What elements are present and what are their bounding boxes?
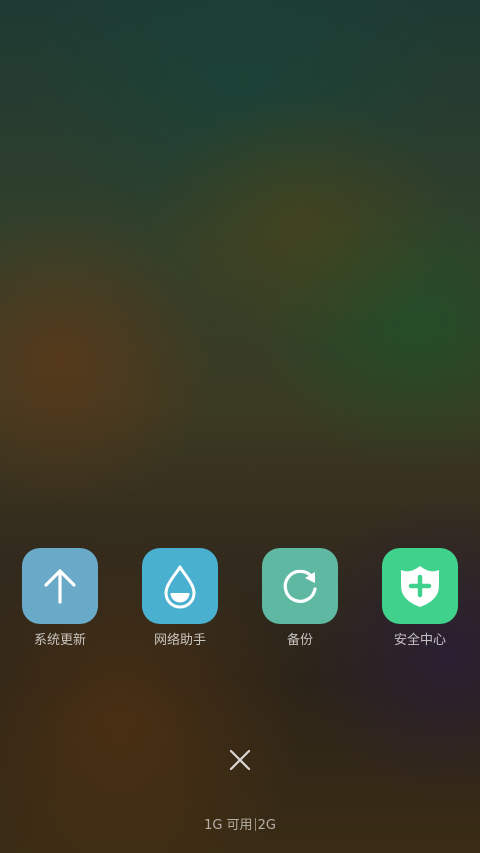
close-icon xyxy=(229,749,251,771)
memory-status: 1G 可用 2G xyxy=(0,818,480,834)
memory-available: 1G 可用 xyxy=(204,818,253,833)
app-backup[interactable]: 备份 xyxy=(245,548,355,649)
shield-plus-icon xyxy=(401,566,439,607)
arrow-up-icon xyxy=(44,569,76,604)
app-label: 安全中心 xyxy=(393,633,446,648)
memory-total: 2G xyxy=(257,818,276,833)
backup-app-icon[interactable] xyxy=(262,548,338,624)
app-network-assistant[interactable]: 网络助手 xyxy=(125,548,235,649)
memory-divider xyxy=(254,818,256,831)
app-security-center[interactable]: 安全中心 xyxy=(365,548,475,649)
network-assistant-app-icon[interactable] xyxy=(142,548,218,624)
system-update-app-icon[interactable] xyxy=(22,548,98,624)
app-shortcut-row: 系统更新 网络助手 备份 安全中心 xyxy=(0,548,480,658)
app-label: 网络助手 xyxy=(153,633,206,648)
security-center-app-icon[interactable] xyxy=(382,548,458,624)
app-label: 备份 xyxy=(286,633,313,648)
close-button[interactable] xyxy=(225,745,255,775)
app-system-update[interactable]: 系统更新 xyxy=(5,548,115,649)
refresh-icon xyxy=(283,569,317,603)
water-drop-icon xyxy=(164,565,196,609)
app-label: 系统更新 xyxy=(33,633,86,648)
